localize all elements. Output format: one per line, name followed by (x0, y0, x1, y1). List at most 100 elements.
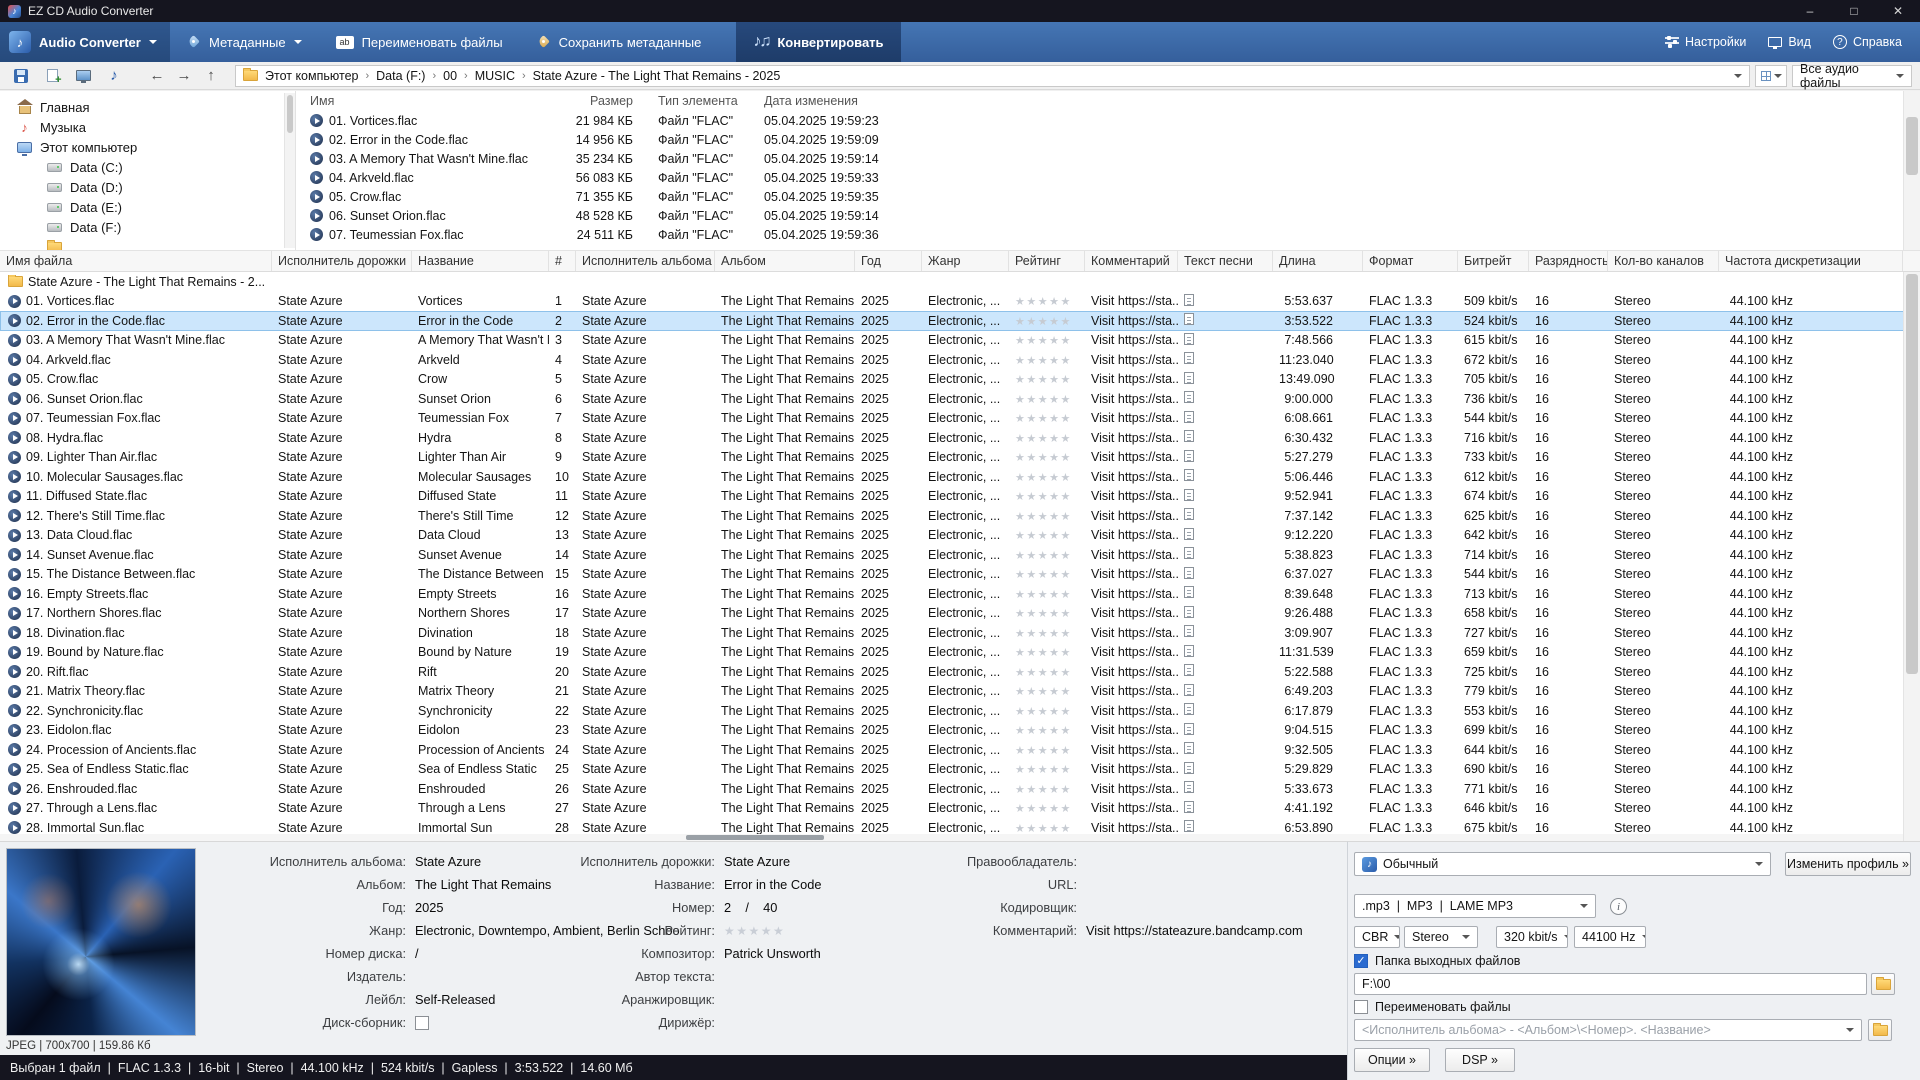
rating-stars-icon[interactable]: ★★★★★ (1015, 530, 1072, 542)
table-scrollbar[interactable] (1903, 272, 1920, 841)
track-row[interactable]: 20. Rift.flacState AzureRift20State Azur… (0, 662, 1920, 682)
file-row[interactable]: 04. Arkveld.flac56 083 КБФайл "FLAC"05.0… (296, 168, 1920, 187)
metadata-value[interactable]: The Light That Remains (415, 877, 551, 892)
track-row[interactable]: 26. Enshrouded.flacState AzureEnshrouded… (0, 779, 1920, 799)
add-file-button[interactable] (39, 65, 65, 87)
track-column-header[interactable]: # (549, 251, 576, 271)
track-row[interactable]: 22. Synchronicity.flacState AzureSynchro… (0, 701, 1920, 721)
track-row[interactable]: 27. Through a Lens.flacState AzureThroug… (0, 799, 1920, 819)
lyrics-document-icon[interactable] (1184, 606, 1194, 618)
lyrics-document-icon[interactable] (1184, 508, 1194, 520)
metadata-value[interactable]: 2 / 40 (724, 900, 777, 915)
metadata-value[interactable]: State Azure (415, 854, 481, 869)
track-column-header[interactable]: Битрейт (1458, 251, 1529, 271)
compilation-checkbox[interactable] (415, 1016, 429, 1030)
close-button[interactable]: ✕ (1876, 0, 1920, 22)
lyrics-document-icon[interactable] (1184, 528, 1194, 540)
tree-scrollbar[interactable] (284, 93, 295, 248)
file-row[interactable]: 01. Vortices.flac21 984 КБФайл "FLAC"05.… (296, 111, 1920, 130)
track-row[interactable]: 01. Vortices.flacState AzureVortices1Sta… (0, 292, 1920, 312)
rating-stars-icon[interactable]: ★★★★★ (1015, 725, 1072, 737)
track-column-header[interactable]: Комментарий (1085, 251, 1178, 271)
breadcrumb-segment[interactable]: Этот компьютер (259, 69, 364, 83)
track-row[interactable]: 16. Empty Streets.flacState AzureEmpty S… (0, 584, 1920, 604)
lyrics-document-icon[interactable] (1184, 313, 1194, 325)
file-row[interactable]: 03. A Memory That Wasn't Mine.flac35 234… (296, 149, 1920, 168)
lyrics-document-icon[interactable] (1184, 567, 1194, 579)
track-row[interactable]: 05. Crow.flacState AzureCrow5State Azure… (0, 370, 1920, 390)
track-column-header[interactable]: Частота дискретизации (1719, 251, 1903, 271)
filelist-column-header[interactable]: Дата изменения (761, 94, 1001, 108)
info-icon[interactable]: i (1610, 898, 1627, 915)
rating-stars-icon[interactable]: ★★★★★ (1015, 589, 1072, 601)
track-column-header[interactable]: Разрядность (1529, 251, 1608, 271)
channels-select[interactable]: Stereo (1404, 926, 1478, 948)
filelist-column-header[interactable]: Тип элемента (633, 94, 761, 108)
track-row[interactable]: 19. Bound by Nature.flacState AzureBound… (0, 643, 1920, 663)
track-row[interactable]: 08. Hydra.flacState AzureHydra8State Azu… (0, 428, 1920, 448)
track-column-header[interactable]: Формат (1363, 251, 1458, 271)
lyrics-document-icon[interactable] (1184, 333, 1194, 345)
help-button[interactable]: ? Справка (1823, 22, 1912, 62)
name-pattern-input[interactable]: <Исполнитель альбома> - <Альбом>\<Номер>… (1354, 1019, 1862, 1041)
track-column-header[interactable]: Исполнитель дорожки (272, 251, 412, 271)
lyrics-document-icon[interactable] (1184, 801, 1194, 813)
rating-stars-icon[interactable]: ★★★★★ (1015, 569, 1072, 581)
rating-stars-icon[interactable]: ★★★★★ (1015, 394, 1072, 406)
browse-folder-button[interactable] (1871, 973, 1895, 995)
track-column-header[interactable]: Текст песни (1178, 251, 1273, 271)
dsp-button[interactable]: DSP » (1445, 1048, 1515, 1072)
lyrics-document-icon[interactable] (1184, 411, 1194, 423)
app-menu-button[interactable]: ♪ Audio Converter (0, 22, 170, 62)
rating-stars-icon[interactable]: ★★★★★ (1015, 335, 1072, 347)
metadata-value[interactable]: Visit https://stateazure.bandcamp.com (1086, 923, 1303, 938)
track-column-header[interactable]: Рейтинг (1009, 251, 1085, 271)
track-row[interactable]: 12. There's Still Time.flacState AzureTh… (0, 506, 1920, 526)
rating-stars-icon[interactable]: ★★★★★ (1015, 628, 1072, 640)
address-bar[interactable]: Этот компьютер›Data (F:)›00›MUSIC›State … (235, 65, 1750, 87)
track-row[interactable]: 13. Data Cloud.flacState AzureData Cloud… (0, 526, 1920, 546)
tree-item[interactable]: Data (D:) (0, 177, 295, 197)
track-row[interactable]: 07. Teumessian Fox.flacState AzureTeumes… (0, 409, 1920, 429)
track-row[interactable]: 21. Matrix Theory.flacState AzureMatrix … (0, 682, 1920, 702)
track-row[interactable]: 15. The Distance Between.flacState Azure… (0, 565, 1920, 585)
rating-stars-icon[interactable]: ★★★★★ (1015, 296, 1072, 308)
tree-item[interactable] (0, 237, 295, 250)
lyrics-document-icon[interactable] (1184, 469, 1194, 481)
track-row[interactable]: 10. Molecular Sausages.flacState AzureMo… (0, 467, 1920, 487)
save-button[interactable] (8, 65, 34, 87)
options-button[interactable]: Опции » (1354, 1048, 1430, 1072)
rating-stars-icon[interactable]: ★★★★★ (1015, 550, 1072, 562)
output-format-select[interactable]: .mp3 | MP3 | LAME MP3 (1354, 894, 1596, 918)
filelist-column-header[interactable]: Размер (546, 94, 633, 108)
rating-stars-icon[interactable]: ★★★★★ (1015, 667, 1072, 679)
lyrics-document-icon[interactable] (1184, 703, 1194, 715)
track-column-header[interactable]: Год (855, 251, 922, 271)
rating-stars-icon[interactable]: ★★★★★ (1015, 745, 1072, 757)
rating-stars-icon[interactable]: ★★★★★ (1015, 608, 1072, 620)
track-row[interactable]: 03. A Memory That Wasn't Mine.flacState … (0, 331, 1920, 351)
change-profile-button[interactable]: Изменить профиль » (1785, 852, 1911, 876)
metadata-value[interactable]: Error in the Code (724, 877, 821, 892)
settings-button[interactable]: Настройки (1655, 22, 1756, 62)
forward-button[interactable]: → (173, 65, 195, 87)
rating-stars-icon[interactable]: ★★★★★ (1015, 803, 1072, 815)
rating-stars-icon[interactable]: ★★★★★ (1015, 686, 1072, 698)
lyrics-document-icon[interactable] (1184, 645, 1194, 657)
tree-item[interactable]: Этот компьютер (0, 137, 295, 157)
scrollbar-thumb[interactable] (686, 835, 824, 840)
breadcrumb-segment[interactable]: 00 (437, 69, 463, 83)
chevron-down-icon[interactable] (1734, 74, 1742, 78)
track-column-header[interactable]: Кол-во каналов (1608, 251, 1719, 271)
pattern-folder-button[interactable] (1868, 1019, 1892, 1041)
rename-files-button[interactable]: ab Переименовать файлы (319, 22, 520, 62)
track-row[interactable]: 24. Procession of Ancients.flacState Azu… (0, 740, 1920, 760)
lyrics-document-icon[interactable] (1184, 781, 1194, 793)
folder-row[interactable]: State Azure - The Light That Remains - 2… (0, 272, 1920, 292)
lyrics-document-icon[interactable] (1184, 391, 1194, 403)
metadata-value[interactable]: 2025 (415, 900, 443, 915)
metadata-value[interactable]: State Azure (724, 854, 790, 869)
lyrics-document-icon[interactable] (1184, 762, 1194, 774)
file-filter-select[interactable]: Все аудио файлы (1792, 65, 1912, 87)
tree-item[interactable]: Data (C:) (0, 157, 295, 177)
